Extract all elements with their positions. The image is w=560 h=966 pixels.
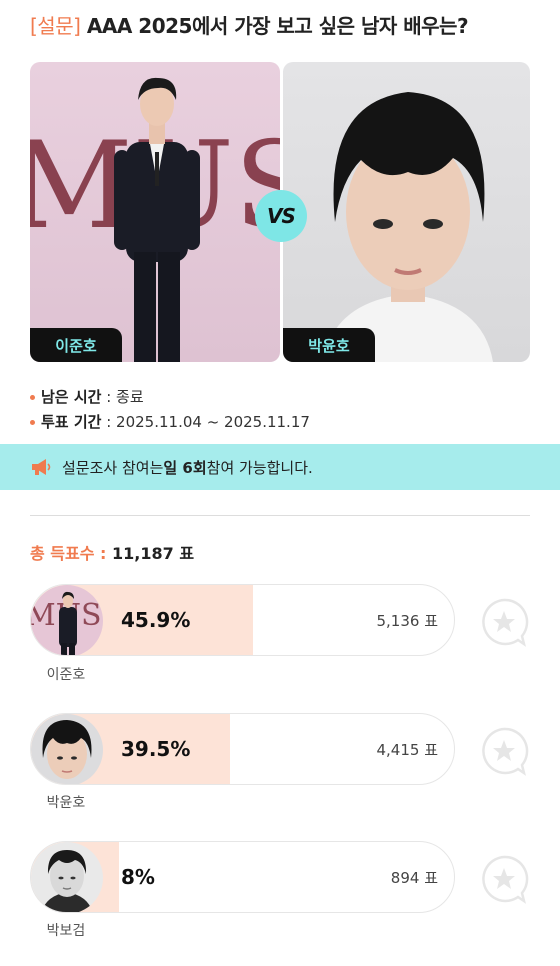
- vs-badge: VS: [255, 190, 307, 242]
- avatar: [31, 842, 103, 912]
- star-like-icon[interactable]: [478, 725, 530, 777]
- candidate-photo-right[interactable]: 박윤호: [283, 62, 530, 362]
- notice-highlight: 일 6회: [163, 458, 207, 477]
- star-like-icon[interactable]: [478, 853, 530, 905]
- period-label: 투표 기간: [41, 413, 102, 431]
- survey-tag: [설문]: [30, 14, 81, 38]
- vote-count: 894 표: [390, 868, 438, 887]
- avatar: MUS: [31, 585, 103, 655]
- vote-percent: 8%: [121, 865, 155, 889]
- vote-percent: 39.5%: [121, 737, 191, 761]
- name-tab-left: 이준호: [30, 328, 122, 362]
- star-like-icon[interactable]: [478, 596, 530, 648]
- divider: [30, 515, 530, 516]
- avatar: [31, 714, 103, 784]
- vote-period: 투표 기간 : 2025.11.04 ~ 2025.11.17: [30, 411, 310, 432]
- notice-suffix: 참여 가능합니다.: [206, 458, 313, 477]
- vote-count: 4,415 표: [376, 740, 438, 759]
- bullet-dot: [30, 395, 35, 400]
- survey-question: AAA 2025에서 가장 보고 싶은 남자 배우는?: [86, 14, 469, 38]
- candidate-name: 박윤호: [46, 795, 86, 811]
- matchup-photos: MUST 이준호 박윤호 VS: [30, 62, 530, 362]
- candidate-name: 이준호: [46, 667, 86, 683]
- remaining-time: 남은 시간 : 종료: [30, 386, 144, 407]
- total-votes: 총 득표수 : 11,187 표: [30, 540, 194, 564]
- megaphone-icon: [32, 459, 51, 475]
- remaining-value: : 종료: [106, 388, 144, 406]
- candidate-name: 박보검: [46, 923, 86, 939]
- remaining-label: 남은 시간: [41, 388, 102, 406]
- vote-percent: 45.9%: [121, 608, 191, 632]
- vote-bar-3[interactable]: 8% 894 표: [30, 841, 455, 913]
- vote-count: 5,136 표: [376, 611, 438, 630]
- candidate-photo-left[interactable]: MUST 이준호: [30, 62, 280, 362]
- participation-notice: 설문조사 참여는 일 6회 참여 가능합니다.: [0, 444, 560, 490]
- total-label: 총 득표수 :: [30, 544, 107, 563]
- survey-title: [설문] AAA 2025에서 가장 보고 싶은 남자 배우는?: [30, 10, 469, 39]
- name-tab-right: 박윤호: [283, 328, 375, 362]
- bullet-dot: [30, 420, 35, 425]
- notice-prefix: 설문조사 참여는: [62, 458, 164, 477]
- vote-bar-2[interactable]: 39.5% 4,415 표: [30, 713, 455, 785]
- vote-bar-1[interactable]: MUS 45.9% 5,136 표: [30, 584, 455, 656]
- period-value: : 2025.11.04 ~ 2025.11.17: [106, 413, 310, 431]
- total-value: 11,187 표: [112, 544, 195, 563]
